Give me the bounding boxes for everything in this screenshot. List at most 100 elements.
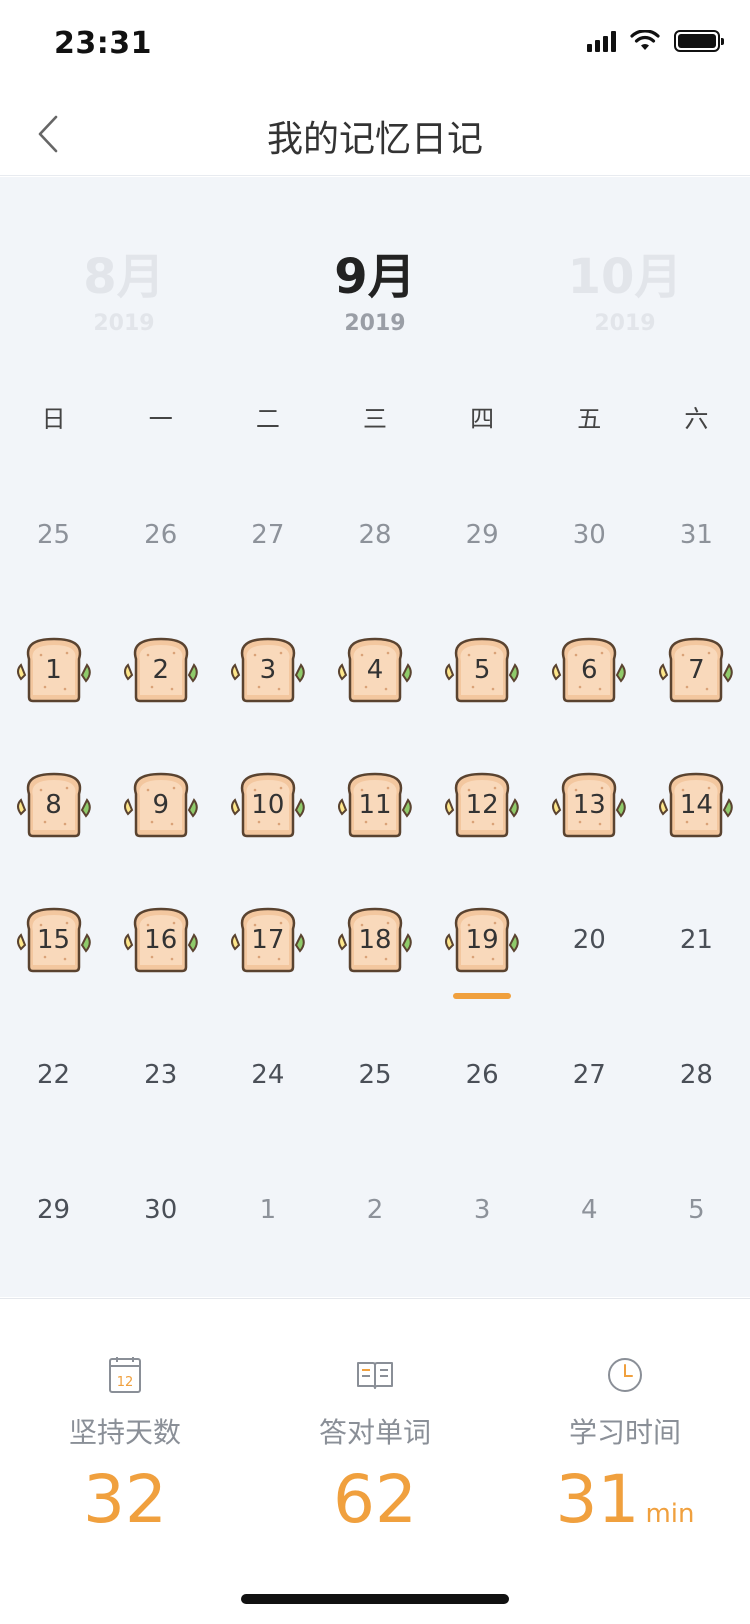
day-cell[interactable]: 3 — [429, 1142, 536, 1277]
day-cell[interactable]: 8 — [0, 737, 107, 872]
day-grid: 25 26 27 28 29 30 31 1 2 3 4 5 6 7 8 9 10 11 12 13 14 15 16 17 1… — [0, 467, 750, 1277]
day-number: 9 — [152, 789, 169, 820]
day-cell[interactable]: 15 — [0, 872, 107, 1007]
day-number: 26 — [144, 519, 178, 550]
day-cell[interactable]: 29 — [429, 467, 536, 602]
day-cell[interactable]: 18 — [321, 872, 428, 1007]
calendar-icon: 12 — [109, 1357, 141, 1393]
day-cell[interactable]: 22 — [0, 1007, 107, 1142]
day-cell[interactable]: 3 — [214, 602, 321, 737]
day-number: 26 — [465, 1059, 499, 1090]
next-month[interactable]: 10月 2019 — [505, 237, 745, 336]
day-number: 31 — [679, 519, 713, 550]
weekday-label: 二 — [255, 405, 280, 433]
day-number: 15 — [37, 924, 71, 955]
prev-month[interactable]: 8月 2019 — [4, 237, 244, 336]
book-icon — [357, 1362, 393, 1389]
calendar-icon-day: 12 — [117, 1375, 134, 1390]
day-cell[interactable]: 5 — [429, 602, 536, 737]
weekday-label: 一 — [148, 405, 173, 433]
day-cell[interactable]: 10 — [214, 737, 321, 872]
battery-icon — [674, 30, 724, 52]
calendar: 8月 2019 9月 2019 10月 2019 日 一 二 三 四 五 六 2… — [0, 177, 750, 1297]
day-number: 5 — [473, 654, 491, 685]
day-number: 3 — [473, 1194, 491, 1225]
day-cell[interactable]: 16 — [107, 872, 214, 1007]
day-cell[interactable]: 23 — [107, 1007, 214, 1142]
day-cell[interactable]: 7 — [643, 602, 750, 737]
day-number: 23 — [144, 1059, 178, 1090]
day-cell[interactable]: 20 — [536, 872, 643, 1007]
day-cell[interactable]: 9 — [107, 737, 214, 872]
stat-time-label: 学习时间 — [568, 1416, 681, 1449]
day-number: 24 — [251, 1059, 285, 1090]
day-number: 28 — [679, 1059, 713, 1090]
week-row: 22 23 24 25 26 27 28 — [0, 1007, 750, 1142]
status-time: 23:31 — [54, 26, 152, 61]
day-cell[interactable]: 2 — [321, 1142, 428, 1277]
day-cell[interactable]: 26 — [107, 467, 214, 602]
status-icons — [587, 30, 724, 52]
day-cell[interactable]: 14 — [643, 737, 750, 872]
day-number: 5 — [688, 1194, 705, 1225]
day-cell[interactable]: 25 — [321, 1007, 428, 1142]
day-number: 12 — [465, 789, 499, 820]
day-cell[interactable]: 4 — [536, 1142, 643, 1277]
day-number: 29 — [37, 1194, 71, 1225]
day-cell[interactable]: 17 — [214, 872, 321, 1007]
day-number: 11 — [358, 789, 392, 820]
day-number: 1 — [259, 1194, 277, 1225]
day-cell[interactable]: 1 — [0, 602, 107, 737]
week-row: 1 2 3 4 5 6 7 — [0, 602, 750, 737]
week-row: 25 26 27 28 29 30 31 — [0, 467, 750, 602]
prev-month-year: 2019 — [93, 311, 155, 336]
day-cell[interactable]: 29 — [0, 1142, 107, 1277]
day-number: 19 — [465, 924, 499, 955]
day-number: 4 — [581, 1194, 598, 1225]
week-row: 15 16 17 18 19 20 21 — [0, 872, 750, 1007]
day-cell[interactable]: 26 — [429, 1007, 536, 1142]
day-number: 14 — [679, 789, 713, 820]
day-number: 13 — [572, 789, 606, 820]
stat-words: 答对单词 62 — [250, 1299, 500, 1548]
day-cell[interactable]: 6 — [536, 602, 643, 737]
day-cell[interactable]: 11 — [321, 737, 428, 872]
day-cell[interactable]: 31 — [643, 467, 750, 602]
day-cell[interactable]: 12 — [429, 737, 536, 872]
status-bar: 23:31 — [0, 0, 750, 90]
day-cell[interactable]: 5 — [643, 1142, 750, 1277]
prev-month-name: 8月 — [83, 249, 165, 305]
day-cell[interactable]: 27 — [536, 1007, 643, 1142]
day-cell[interactable]: 30 — [107, 1142, 214, 1277]
day-cell[interactable]: 27 — [214, 467, 321, 602]
day-cell[interactable]: 4 — [321, 602, 428, 737]
day-cell[interactable]: 13 — [536, 737, 643, 872]
weekday-label: 日 — [41, 405, 66, 433]
day-cell[interactable]: 25 — [0, 467, 107, 602]
day-number: 25 — [37, 519, 71, 550]
day-cell[interactable]: 1 — [214, 1142, 321, 1277]
cellular-signal-icon — [587, 30, 616, 52]
day-cell[interactable]: 28 — [321, 467, 428, 602]
stat-time-value-wrap: 31 min — [500, 1467, 750, 1533]
today-indicator — [453, 993, 512, 999]
day-number: 17 — [251, 924, 285, 955]
day-number: 1 — [45, 654, 62, 685]
day-number: 2 — [152, 654, 169, 685]
current-month-year: 2019 — [344, 311, 406, 336]
stat-words-label: 答对单词 — [318, 1416, 431, 1449]
day-cell[interactable]: 24 — [214, 1007, 321, 1142]
stat-streak-value: 32 — [83, 1461, 167, 1538]
stat-time-unit: min — [645, 1499, 695, 1529]
day-cell[interactable]: 28 — [643, 1007, 750, 1142]
day-cell[interactable]: 19 — [429, 872, 536, 1007]
day-cell[interactable]: 30 — [536, 467, 643, 602]
wifi-icon — [630, 30, 660, 50]
day-cell[interactable]: 2 — [107, 602, 214, 737]
weekday-header: 日 一 二 三 四 五 六 — [0, 399, 750, 439]
day-number: 18 — [358, 924, 392, 955]
day-number: 22 — [37, 1059, 71, 1090]
day-cell[interactable]: 21 — [643, 872, 750, 1007]
stat-streak: 12 坚持天数 32 — [0, 1299, 250, 1548]
current-month: 9月 2019 — [255, 237, 495, 336]
